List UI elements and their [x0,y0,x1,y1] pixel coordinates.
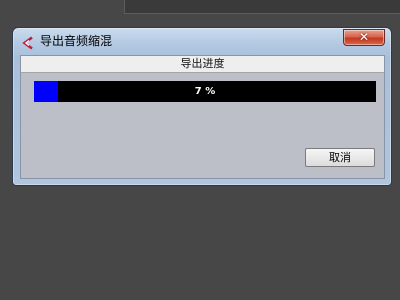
progress-percent-label: 7 % [194,86,216,97]
close-button[interactable]: ✕ [343,29,385,46]
dialog-title: 导出音频缩混 [40,34,113,48]
section-title: 导出进度 [21,56,384,73]
cubase-logo-icon [21,35,35,50]
export-audio-mixdown-dialog: 导出音频缩混 ✕ 导出进度 7 % 取消 [12,27,392,186]
export-progress-bar: 7 % [34,81,376,102]
cancel-button[interactable]: 取消 [305,148,375,167]
background-window-panel [124,0,400,14]
dialog-content: 导出进度 7 % 取消 [20,55,385,179]
title-bar[interactable]: 导出音频缩混 ✕ [13,28,391,54]
close-icon: ✕ [358,30,370,44]
